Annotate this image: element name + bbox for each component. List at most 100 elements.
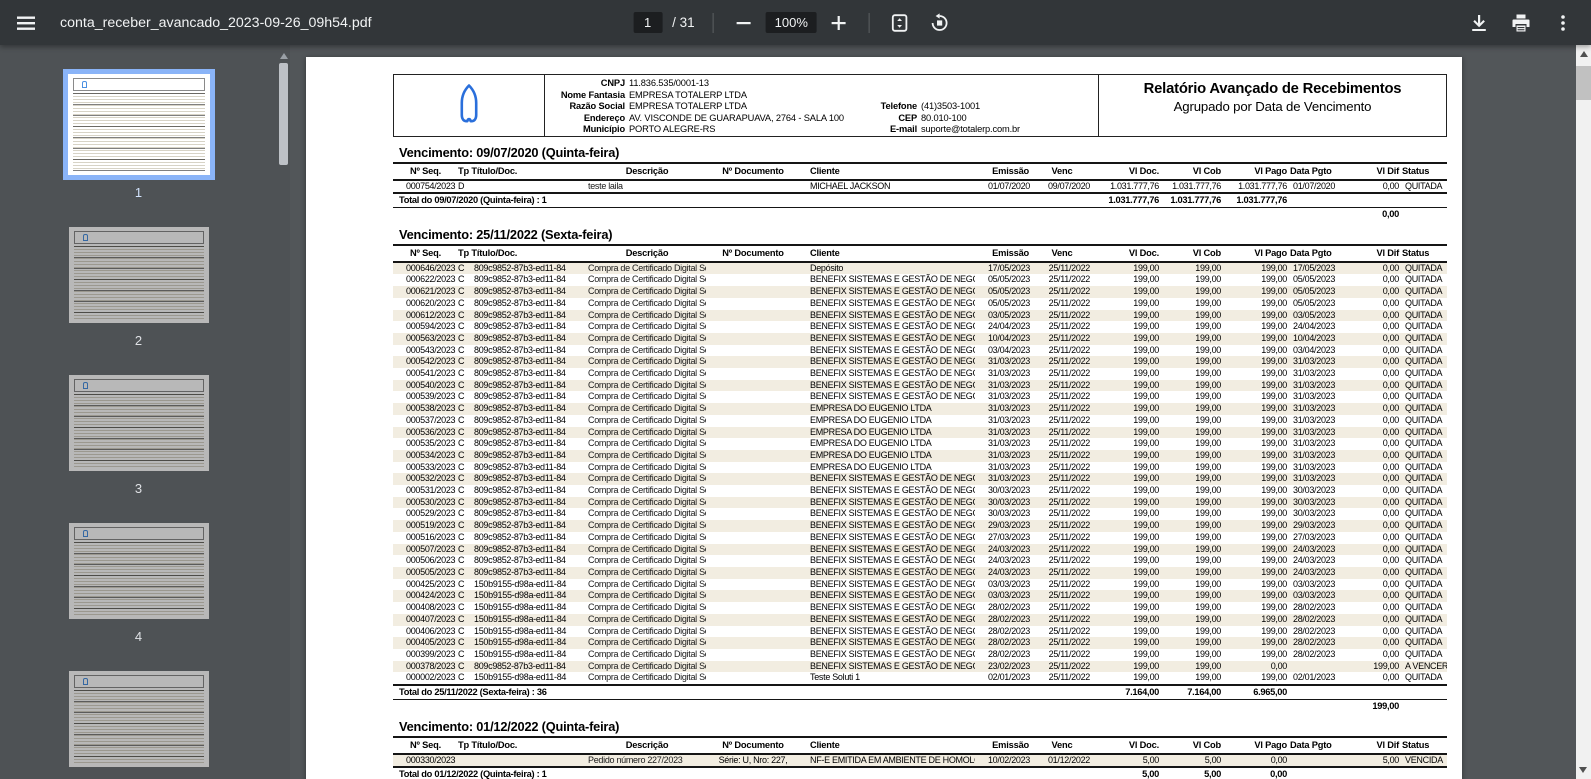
section-difference-row: 0,00 xyxy=(393,208,1447,221)
column-header: Emissão xyxy=(975,738,1033,755)
toolbar-controls: / 31 100% xyxy=(633,5,958,41)
receivables-table: Nº Seq. Tp Título/Doc. Descrição Nº Documen… xyxy=(393,164,1448,221)
table-row: 000534/2023 C 809c9852-87b3-ed11-84 Compra … xyxy=(393,449,1448,462)
table-row: 000541/2023 C 809c9852-87b3-ed11-84 Compra … xyxy=(406,368,1443,379)
report-header-box: CNPJ 11.836.535/0001-13 Nome Fantasia EM… xyxy=(393,74,1447,137)
zoom-out-button[interactable] xyxy=(726,5,762,41)
field-value: (41)3503-1001 xyxy=(921,101,981,112)
plus-icon xyxy=(831,15,846,30)
thumbnail-page-number: 2 xyxy=(134,333,143,348)
table-row: 000506/2023 C 809c9852-87b3-ed11-84 Compra … xyxy=(406,555,1443,566)
table-row: 000505/2023 C 809c9852-87b3-ed11-84 Compra … xyxy=(393,566,1448,579)
hamburger-icon xyxy=(17,16,35,30)
page-thumbnail[interactable]: 1 xyxy=(62,69,215,200)
receivables-table: Nº Seq. Tp Título/Doc. Descrição Nº Documen… xyxy=(393,246,1448,713)
column-header: Vl Pago xyxy=(1224,246,1291,263)
column-header: Vl Pago xyxy=(1224,738,1291,755)
table-row: 000407/2023 C 150b9155-d98a-ed11-84 Compra … xyxy=(393,613,1448,626)
page-thumbnail[interactable]: 3 xyxy=(64,370,214,496)
column-header: Vl Dif xyxy=(1352,246,1403,263)
page-thumbnail[interactable]: 2 xyxy=(64,222,214,348)
table-row: 000406/2023 C 150b9155-d98a-ed11-84 Compra … xyxy=(406,625,1443,636)
column-header: Descrição xyxy=(588,738,707,755)
print-icon xyxy=(1512,14,1530,31)
field-label: CEP xyxy=(898,112,917,123)
sidebar-scrollbar[interactable] xyxy=(277,51,290,771)
field-label: E-mail xyxy=(890,124,917,135)
table-row: 000405/2023 C 150b9155-d98a-ed11-84 Compra … xyxy=(393,637,1448,649)
column-header: Tp Título/Doc. xyxy=(458,738,589,755)
section-difference-row: 199,00 xyxy=(393,700,1447,713)
column-header: Data Pgto xyxy=(1290,246,1353,263)
table-row: 000532/2023 C 809c9852-87b3-ed11-84 Compra … xyxy=(393,473,1448,486)
table-row: 000378/2023 C 809c9852-87b3-ed11-84 Compra … xyxy=(393,660,1448,673)
column-header: Venc xyxy=(1032,164,1093,181)
menu-button[interactable] xyxy=(8,5,44,41)
table-row: 000531/2023 C 809c9852-87b3-ed11-84 Compra … xyxy=(406,485,1443,496)
report-content: CNPJ 11.836.535/0001-13 Nome Fantasia EM… xyxy=(306,57,1462,779)
field-value: 11.836.535/0001-13 xyxy=(629,78,709,88)
column-header: Vl Pago xyxy=(1224,164,1291,181)
download-icon xyxy=(1472,14,1486,31)
column-header: Status xyxy=(1402,164,1448,181)
minus-icon xyxy=(736,21,751,24)
fit-page-button[interactable] xyxy=(882,5,918,41)
column-header: Cliente xyxy=(800,246,976,263)
scroll-up-icon[interactable] xyxy=(279,53,288,59)
column-header: Emissão xyxy=(975,164,1033,181)
page-thumbnail[interactable]: 5 xyxy=(64,666,214,779)
table-row: 000621/2023 C 809c9852-87b3-ed11-84 Compra … xyxy=(393,286,1448,298)
column-header: Descrição xyxy=(588,164,707,181)
table-row: 000330/2023 Pedido número 227/2023 Série: … xyxy=(393,753,1448,768)
table-row: 000540/2023 C 809c9852-87b3-ed11-84 Compra … xyxy=(393,379,1448,392)
rotate-button[interactable] xyxy=(922,5,958,41)
thumbnail-page-number: 4 xyxy=(134,629,143,644)
table-row: 000530/2023 C 809c9852-87b3-ed11-84 Compra … xyxy=(393,496,1448,509)
zoom-level: 100% xyxy=(765,12,817,33)
report-section: Vencimento: 25/11/2022 (Sexta-feira) Nº S… xyxy=(393,226,1448,713)
scroll-up-icon[interactable] xyxy=(1579,51,1588,57)
column-header: Nº Seq. xyxy=(393,246,458,263)
table-row: 000542/2023 C 809c9852-87b3-ed11-84 Compra … xyxy=(393,356,1448,369)
column-header: Tp Título/Doc. xyxy=(458,246,589,263)
rocket-logo-icon xyxy=(460,83,478,122)
table-row: 000533/2023 C 809c9852-87b3-ed11-84 Compra … xyxy=(406,461,1443,472)
section-total-label: Total do 09/07/2020 (Quinta-feira) : 1 xyxy=(393,192,1093,209)
column-header: Nº Documento xyxy=(706,164,801,181)
main-scrollbar[interactable] xyxy=(1576,45,1591,779)
page-number-input[interactable] xyxy=(633,12,663,33)
toolbar-divider xyxy=(712,12,714,33)
section-heading: Vencimento: 25/11/2022 (Sexta-feira) xyxy=(393,226,1447,247)
company-info: CNPJ 11.836.535/0001-13 Nome Fantasia EM… xyxy=(545,75,1099,136)
table-row: 000646/2023 C 809c9852-87b3-ed11-84 Compra … xyxy=(393,261,1448,275)
section-total-row: Total do 09/07/2020 (Quinta-feira) : 1 1.… xyxy=(393,192,1448,209)
column-header: Nº Documento xyxy=(706,738,801,755)
zoom-in-button[interactable] xyxy=(821,5,857,41)
column-header: Venc xyxy=(1032,246,1093,263)
section-heading: Vencimento: 09/07/2020 (Quinta-feira) xyxy=(393,144,1447,164)
scroll-down-icon[interactable] xyxy=(1579,767,1587,773)
table-row: 000507/2023 C 809c9852-87b3-ed11-84 Compra … xyxy=(393,543,1448,556)
column-header: Status xyxy=(1402,246,1448,263)
toolbar-divider xyxy=(868,12,870,33)
section-total-label: Total do 01/12/2022 (Quinta-feira) : 1 xyxy=(393,766,1093,779)
report-title: Relatório Avançado de Recebimentos xyxy=(1143,81,1402,97)
table-row: 000424/2023 C 150b9155-d98a-ed11-84 Compra … xyxy=(393,590,1448,603)
field-label: CNPJ xyxy=(600,78,625,88)
sidebar-scrollbar-thumb[interactable] xyxy=(279,63,288,165)
column-header: Status xyxy=(1402,738,1448,755)
table-row: 000536/2023 C 809c9852-87b3-ed11-84 Compra … xyxy=(393,426,1448,439)
main-scrollbar-thumb[interactable] xyxy=(1576,66,1591,100)
pdf-toolbar: conta_receber_avancado_2023-09-26_09h54.… xyxy=(0,0,1591,45)
page-thumbnail[interactable]: 4 xyxy=(64,518,214,644)
column-header: Vl Doc. xyxy=(1092,246,1163,263)
more-options-button[interactable] xyxy=(1545,5,1581,41)
column-header: Emissão xyxy=(975,246,1033,263)
table-row: 000516/2023 C 809c9852-87b3-ed11-84 Compra … xyxy=(406,531,1443,542)
column-header: Vl Cob xyxy=(1162,246,1225,263)
report-subtitle: Agrupado por Data de Vencimento xyxy=(1173,99,1372,114)
fit-page-icon xyxy=(892,13,908,32)
column-header: Data Pgto xyxy=(1290,164,1353,181)
print-button[interactable] xyxy=(1503,5,1539,41)
download-button[interactable] xyxy=(1461,5,1497,41)
